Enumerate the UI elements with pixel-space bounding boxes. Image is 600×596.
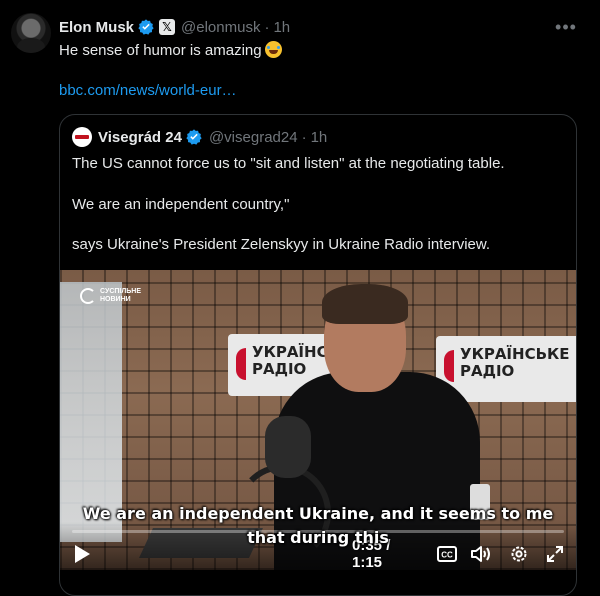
more-icon[interactable]: •••	[554, 17, 578, 37]
radio-logo-icon	[236, 348, 246, 380]
quoted-tweet-header: Visegrád 24 @visegrad24 · 1h	[72, 127, 327, 147]
video-player[interactable]: УКРАЇНСЬКЕ РАДІО УКРАЇНСЬКЕ РАДІО СУСПІЛ…	[60, 270, 576, 570]
verified-badge-icon	[137, 18, 155, 36]
quoted-text-line-3: says Ukraine's President Zelenskyy in Uk…	[72, 236, 491, 253]
tweet-timestamp[interactable]: 1h	[273, 19, 290, 36]
quoted-author-avatar[interactable]	[72, 127, 92, 147]
quoted-author-name[interactable]: Visegrád 24	[98, 129, 182, 146]
quoted-author-handle[interactable]: @visegrad24	[209, 129, 298, 146]
watermark-line-1: СУСПІЛЬНЕ	[100, 288, 142, 295]
tweet-text: He sense of humor is amazing	[59, 41, 282, 61]
radio-sign-right-line2: РАДІО	[460, 362, 515, 380]
tweet-header: Elon Musk 𝕏 @elonmusk · 1h	[59, 17, 290, 37]
x-affiliate-icon: 𝕏	[159, 19, 176, 35]
video-subtitle-line-1: We are an independent Ukraine, and it se…	[82, 504, 554, 523]
quoted-text-line-2: We are an independent country,"	[72, 196, 290, 213]
video-subtitle-line-2: that during this	[247, 528, 389, 547]
microphone	[265, 416, 311, 478]
tweet[interactable]: Elon Musk 𝕏 @elonmusk · 1h ••• He sense …	[0, 0, 600, 596]
separator-dot: ·	[301, 128, 307, 146]
watermark-logo-icon	[80, 288, 96, 304]
video-watermark: СУСПІЛЬНЕ НОВИНИ	[80, 288, 141, 304]
laughing-emoji-icon	[264, 41, 282, 58]
video-frame-window	[60, 282, 122, 542]
separator-dot: ·	[264, 18, 270, 36]
quoted-text-line-1: The US cannot force us to "sit and liste…	[72, 155, 505, 172]
radio-logo-icon	[444, 350, 454, 382]
quoted-tweet[interactable]: Visegrád 24 @visegrad24 · 1h The US cann…	[59, 114, 577, 596]
quoted-tweet-timestamp[interactable]: 1h	[311, 129, 328, 146]
watermark-line-2: НОВИНИ	[100, 296, 131, 303]
video-person-hair	[322, 284, 408, 324]
radio-sign-right-line1: УКРАЇНСЬКЕ	[460, 345, 570, 363]
author-avatar[interactable]	[11, 13, 51, 53]
svg-text:CC: CC	[441, 551, 453, 560]
verified-badge-icon	[185, 128, 203, 146]
tweet-link[interactable]: bbc.com/news/world-eur…	[59, 81, 237, 101]
radio-sign-right-text: УКРАЇНСЬКЕ РАДІО	[460, 346, 570, 380]
author-handle[interactable]: @elonmusk	[181, 19, 260, 36]
author-name[interactable]: Elon Musk	[59, 19, 134, 36]
tweet-text-content: He sense of humor is amazing	[59, 42, 262, 59]
